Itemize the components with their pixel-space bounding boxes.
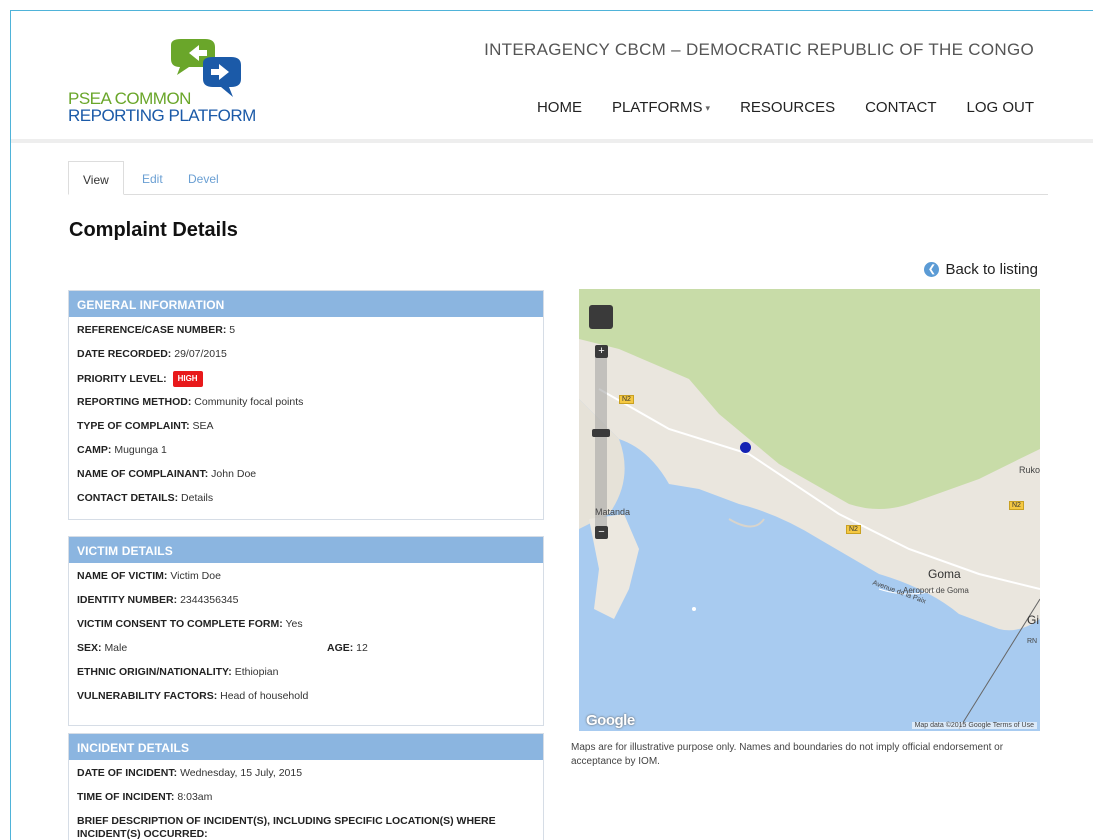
road-label-n2: N2: [846, 525, 861, 534]
main-nav: HOME PLATFORMS ▾ RESOURCES CONTACT LOG OU…: [507, 99, 1034, 116]
priority-badge: HIGH: [172, 371, 203, 387]
field-sex: SEX: Male AGE: 12: [77, 642, 368, 654]
field-priority-level: PRIORITY LEVEL: HIGH: [77, 371, 535, 395]
field-type-of-complaint: TYPE OF COMPLAINT: SEA: [77, 420, 214, 432]
field-name-of-victim: NAME OF VICTIM: Victim Doe: [77, 570, 221, 582]
field-reference-number: REFERENCE/CASE NUMBER: 5: [77, 324, 236, 336]
panel-heading: INCIDENT DETAILS: [69, 734, 543, 760]
map-attribution[interactable]: Map data ©2015 Google Terms of Use: [911, 722, 1037, 729]
zoom-out-button[interactable]: −: [595, 526, 608, 539]
field-identity-number: IDENTITY NUMBER: 2344356345: [77, 594, 239, 606]
map-tiles: [579, 289, 1040, 731]
back-link-label: Back to listing: [945, 261, 1038, 278]
field-reporting-method: REPORTING METHOD: Community focal points: [77, 396, 304, 408]
site-title: INTERAGENCY CBCM – DEMOCRATIC REPUBLIC O…: [484, 40, 1034, 59]
field-contact-details: CONTACT DETAILS: Details: [77, 492, 214, 504]
road-label-n2: N2: [619, 395, 634, 404]
tab-view[interactable]: View: [68, 161, 124, 195]
content-tabs: View Edit Devel: [68, 161, 1048, 195]
map-label-ruko: Ruko: [1019, 465, 1040, 475]
general-information-panel: GENERAL INFORMATION REFERENCE/CASE NUMBE…: [68, 290, 544, 520]
map-label-goma: Goma: [928, 567, 961, 581]
logo-text-line2: REPORTING PLATFORM: [68, 106, 256, 125]
zoom-slider-handle[interactable]: [592, 429, 610, 437]
back-to-listing-link[interactable]: ❮ Back to listing: [924, 261, 1038, 278]
site-header: PSEA COMMON REPORTING PLATFORM INTERAGEN…: [11, 11, 1093, 143]
location-map[interactable]: + − N2 N2 N2 Matanda Goma Aeroport de Go…: [579, 289, 1040, 731]
field-victim-consent: VICTIM CONSENT TO COMPLETE FORM: Yes: [77, 618, 303, 630]
page-frame: PSEA COMMON REPORTING PLATFORM INTERAGEN…: [10, 10, 1093, 840]
map-label-gi: Gi: [1027, 613, 1039, 627]
nav-platforms-label: PLATFORMS: [611, 99, 703, 116]
nav-contact[interactable]: CONTACT: [865, 99, 936, 116]
field-name-of-complainant: NAME OF COMPLAINANT: John Doe: [77, 468, 257, 480]
tab-edit[interactable]: Edit: [128, 161, 177, 195]
nav-logout[interactable]: LOG OUT: [966, 99, 1034, 116]
tab-devel[interactable]: Devel: [174, 161, 233, 195]
map-label-rn: RN: [1027, 638, 1038, 645]
field-camp: CAMP: Mugunga 1: [77, 444, 167, 456]
field-time-of-incident: TIME OF INCIDENT: 8:03am: [77, 791, 213, 803]
nav-resources[interactable]: RESOURCES: [740, 99, 835, 116]
panel-heading: VICTIM DETAILS: [69, 537, 543, 563]
google-logo: Google: [586, 712, 635, 729]
field-brief-description-cont: INCIDENT(S) OCCURRED:: [77, 828, 208, 840]
field-vulnerability-factors: VULNERABILITY FACTORS: Head of household: [77, 690, 309, 702]
map-label-matanda: Matanda: [595, 507, 631, 517]
victim-details-panel: VICTIM DETAILS NAME OF VICTIM: Victim Do…: [68, 536, 544, 726]
nav-home[interactable]: HOME: [537, 99, 582, 116]
complaint-location-marker[interactable]: [740, 442, 751, 453]
map-disclaimer: Maps are for illustrative purpose only. …: [571, 742, 1004, 767]
incident-details-panel: INCIDENT DETAILS DATE OF INCIDENT: Wedne…: [68, 733, 544, 840]
zoom-in-button[interactable]: +: [595, 345, 608, 358]
map-pan-control[interactable]: [589, 305, 613, 329]
field-ethnic-origin: ETHNIC ORIGIN/NATIONALITY: Ethiopian: [77, 666, 279, 678]
caret-down-icon: ▾: [705, 102, 711, 113]
page-title: Complaint Details: [69, 219, 238, 241]
field-brief-description: BRIEF DESCRIPTION OF INCIDENT(S), INCLUD…: [77, 815, 496, 827]
field-date-recorded: DATE RECORDED: 29/07/2015: [77, 348, 227, 360]
field-age: AGE: 12: [327, 642, 368, 654]
panel-heading: GENERAL INFORMATION: [69, 291, 543, 317]
road-label-n2: N2: [1009, 501, 1024, 510]
nav-platforms[interactable]: PLATFORMS ▾: [612, 99, 710, 116]
site-logo[interactable]: PSEA COMMON REPORTING PLATFORM: [68, 39, 268, 129]
field-date-of-incident: DATE OF INCIDENT: Wednesday, 15 July, 20…: [77, 767, 303, 779]
chevron-left-circle-icon: ❮: [924, 262, 940, 277]
